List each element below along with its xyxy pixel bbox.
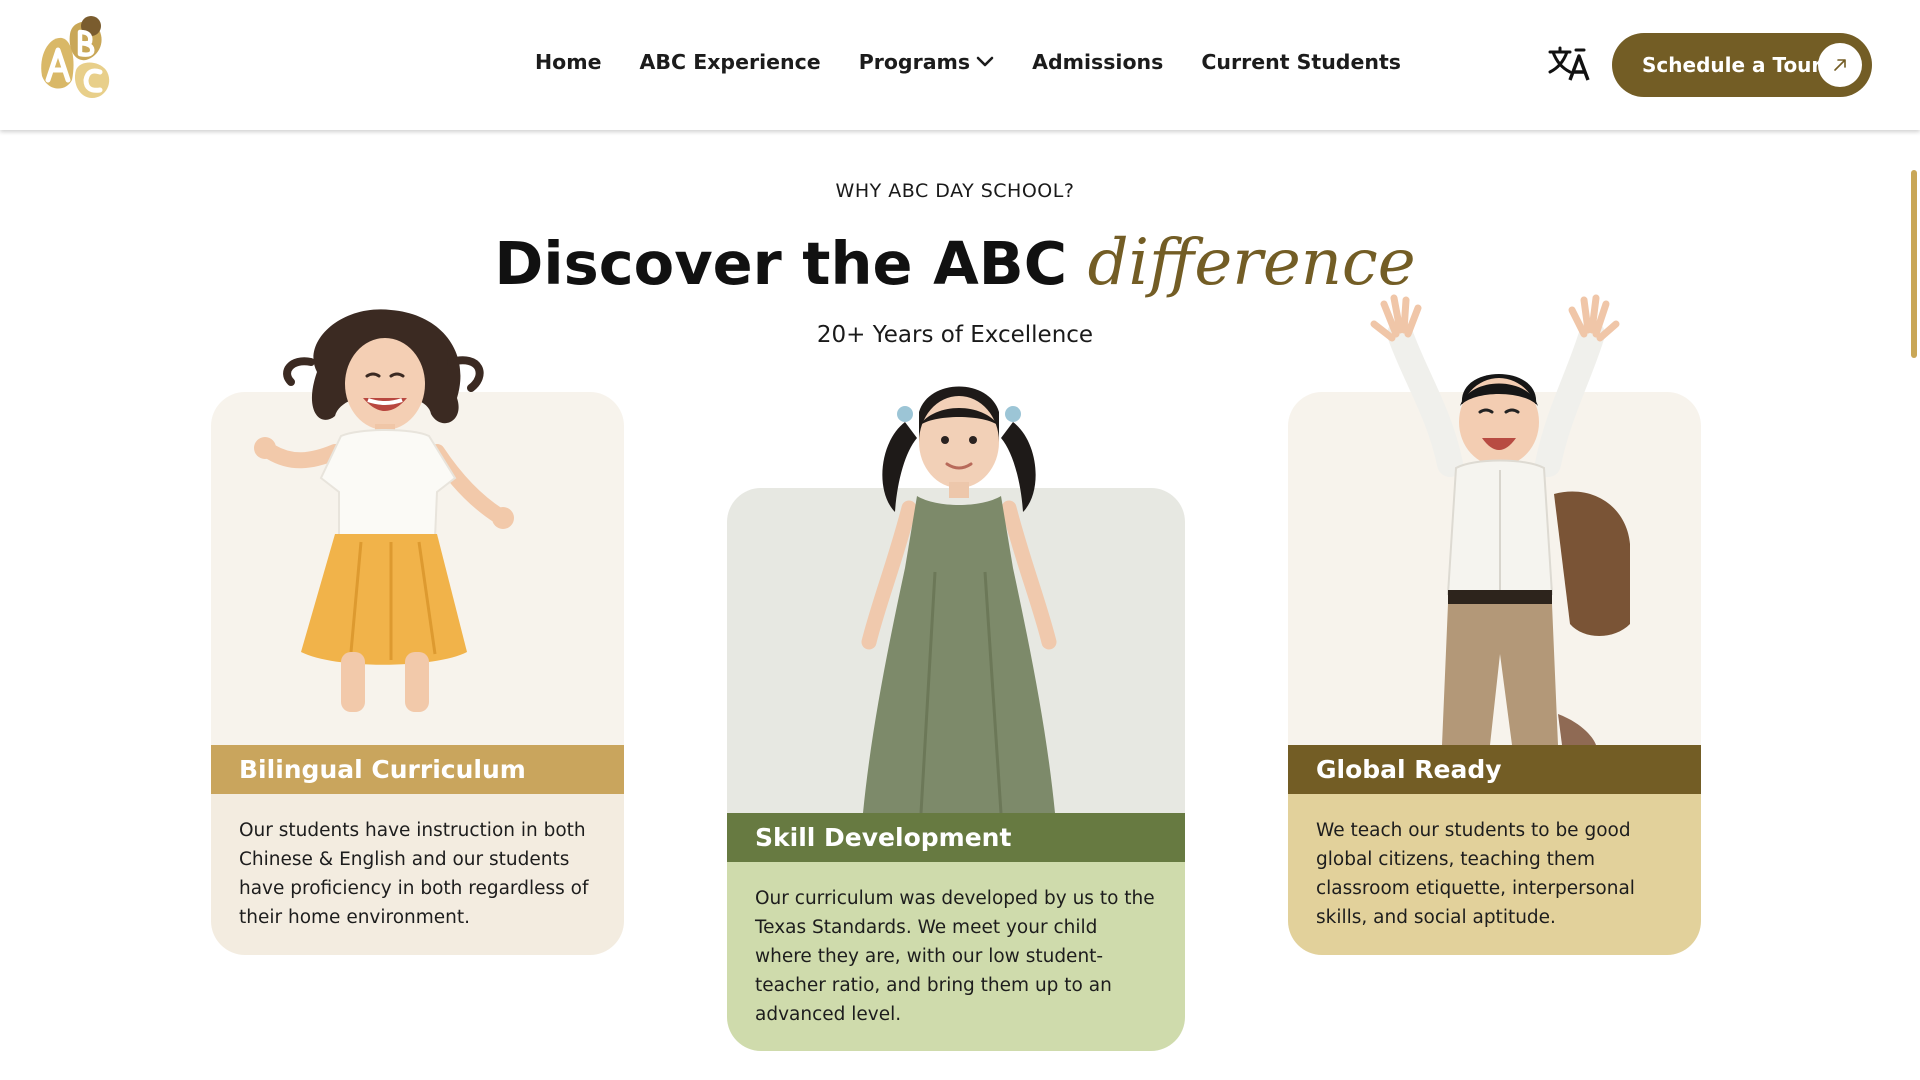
card-title-band: Global Ready xyxy=(1288,745,1701,794)
headline-accent: difference xyxy=(1087,226,1416,300)
nav-admissions-label: Admissions xyxy=(1032,50,1164,74)
section-headline: Discover the ABC difference xyxy=(0,226,1910,300)
scrollbar-thumb[interactable] xyxy=(1911,170,1917,358)
nav-current-students-label: Current Students xyxy=(1201,50,1401,74)
card-body: We teach our students to be good global … xyxy=(1288,794,1701,955)
section-eyebrow: WHY ABC DAY SCHOOL? xyxy=(835,180,1075,202)
feature-card-skill: Skill Development Our curriculum was dev… xyxy=(727,386,1185,1051)
feature-card-bilingual: Bilingual Curriculum Our students have i… xyxy=(211,309,624,955)
nav-home[interactable]: Home xyxy=(535,50,602,74)
site-header: Home ABC Experience Programs Admissions … xyxy=(0,0,1920,130)
nav-abc-experience-label: ABC Experience xyxy=(639,50,821,74)
card-photo-girl-pigtails xyxy=(727,386,1185,813)
headline-main: Discover the ABC xyxy=(494,229,1068,298)
abc-logo[interactable] xyxy=(36,14,116,104)
card-photo-boy-backpack xyxy=(1288,294,1701,745)
nav-current-students[interactable]: Current Students xyxy=(1201,50,1401,74)
chevron-down-icon xyxy=(976,56,994,67)
nav-programs-label: Programs xyxy=(858,50,971,74)
card-title: Skill Development xyxy=(755,823,1012,852)
schedule-tour-label: Schedule a Tour xyxy=(1642,53,1822,77)
nav-home-label: Home xyxy=(535,50,602,74)
translate-icon[interactable] xyxy=(1548,46,1590,82)
feature-card-global: Global Ready We teach our students to be… xyxy=(1288,294,1701,955)
nav-programs[interactable]: Programs xyxy=(859,50,994,74)
page-scrollbar[interactable] xyxy=(1908,130,1920,1080)
nav-abc-experience[interactable]: ABC Experience xyxy=(640,50,821,74)
arrow-up-right-icon xyxy=(1818,43,1862,87)
card-body: Our students have instruction in both Ch… xyxy=(211,794,624,955)
schedule-tour-button[interactable]: Schedule a Tour xyxy=(1612,33,1872,97)
card-body: Our curriculum was developed by us to th… xyxy=(727,862,1185,1051)
card-title: Bilingual Curriculum xyxy=(239,755,526,784)
card-text: We teach our students to be good global … xyxy=(1316,820,1635,928)
nav-admissions[interactable]: Admissions xyxy=(1032,50,1163,74)
card-text: Our curriculum was developed by us to th… xyxy=(755,888,1155,1025)
card-photo-girl-jumping xyxy=(211,309,624,745)
card-title-band: Bilingual Curriculum xyxy=(211,745,624,794)
card-title-band: Skill Development xyxy=(727,813,1185,862)
card-text: Our students have instruction in both Ch… xyxy=(239,820,589,928)
main-nav: Home ABC Experience Programs Admissions … xyxy=(535,50,1439,74)
card-title: Global Ready xyxy=(1316,755,1502,784)
